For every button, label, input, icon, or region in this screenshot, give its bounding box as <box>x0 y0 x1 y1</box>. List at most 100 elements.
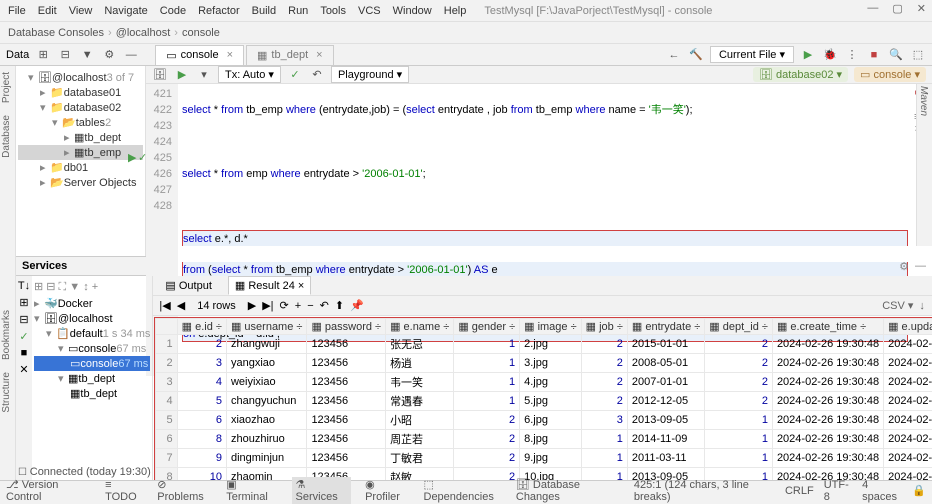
tree-database01[interactable]: ▸📁 database01 <box>18 85 143 100</box>
pin-icon[interactable]: 📌 <box>350 299 364 312</box>
col-create-time[interactable]: ▦ e.create_time ÷ <box>772 319 883 335</box>
tab-console[interactable]: ▭console× <box>155 45 244 65</box>
menu-run[interactable]: Run <box>288 5 308 17</box>
more-icon[interactable]: ⋮ <box>844 47 860 63</box>
table-row[interactable]: 56xiaozhao123456小昭26.jpg32013-09-0512024… <box>156 411 932 430</box>
last-page-icon[interactable]: ▶| <box>262 299 273 312</box>
col-name[interactable]: ▦ e.name ÷ <box>386 319 454 335</box>
todo-status[interactable]: ≡ TODO <box>105 479 143 503</box>
run-query-icon[interactable]: ▶ <box>174 67 190 83</box>
search-icon[interactable]: 🔍 <box>888 47 904 63</box>
vc-status[interactable]: ⎇ Version Control <box>6 478 91 503</box>
svc-console-1[interactable]: ▾▭ console 67 ms <box>34 341 150 356</box>
table-row[interactable]: 23yangxiao123456杨逍13.jpg22008-05-0122024… <box>156 354 932 373</box>
profiler-status[interactable]: ◉ Profiler <box>365 478 409 503</box>
menu-tools[interactable]: Tools <box>320 5 346 17</box>
minimize-icon[interactable]: — <box>867 2 878 15</box>
remove-row-icon[interactable]: − <box>307 300 313 312</box>
col-entrydate[interactable]: ▦ entrydate ÷ <box>627 319 704 335</box>
next-page-icon[interactable]: ▶ <box>248 299 256 312</box>
col-image[interactable]: ▦ image ÷ <box>520 319 582 335</box>
database-tab[interactable]: Database <box>0 109 13 164</box>
hide-icon[interactable]: — <box>915 260 926 273</box>
tx-mode-selector[interactable]: Tx: Auto ▾ <box>218 66 281 83</box>
table-row[interactable]: 79dingminjun123456丁敏君29.jpg12011-03-1112… <box>156 449 932 468</box>
playground-selector[interactable]: Playground ▾ <box>331 66 409 83</box>
table-row[interactable]: 34weiyixiao123456韦一笑14.jpg22007-01-01220… <box>156 373 932 392</box>
refresh-icon[interactable]: ⟳ <box>280 299 289 312</box>
settings-icon[interactable]: ⬚ <box>910 47 926 63</box>
console-badge[interactable]: ▭ console ▾ <box>854 67 926 82</box>
close-icon[interactable]: ✕ <box>917 2 926 15</box>
crumb-1[interactable]: Database Consoles <box>8 27 104 39</box>
tree-database02[interactable]: ▾📁 database02 <box>18 100 143 115</box>
menu-vcs[interactable]: VCS <box>358 5 381 17</box>
menu-code[interactable]: Code <box>160 5 186 17</box>
structure-tab[interactable]: Structure <box>0 366 13 419</box>
prev-page-icon[interactable]: ◀ <box>177 299 185 312</box>
col-id[interactable]: ▦ e.id ÷ <box>177 319 226 335</box>
result-grid[interactable]: ▦ e.id ÷ ▦ username ÷ ▦ password ÷ ▦ e.n… <box>154 317 932 495</box>
lock-icon[interactable]: 🔒 <box>912 484 926 497</box>
result-tab[interactable]: ▦ Result 24 × <box>228 276 311 295</box>
tree-db01[interactable]: ▸📁 db01 <box>18 160 143 175</box>
revert-icon[interactable]: ↶ <box>320 299 329 312</box>
db-icon[interactable]: 🗄 <box>152 67 168 83</box>
svc-default[interactable]: ▾📋 default 1 s 34 ms <box>34 326 150 341</box>
tree-localhost[interactable]: ▾🗄 @localhost 3 of 7 <box>18 70 143 85</box>
db-badge[interactable]: 🗄 database02 ▾ <box>753 67 848 82</box>
project-tab[interactable]: Project <box>0 66 13 109</box>
tree-server-objects[interactable]: ▸📂 Server Objects <box>18 175 143 190</box>
tree-tb-dept[interactable]: ▸▦ tb_dept <box>18 130 143 145</box>
close-tab-icon[interactable]: × <box>316 49 322 61</box>
table-row[interactable]: 68zhouzhiruo123456周芷若28.jpg12014-11-0912… <box>156 430 932 449</box>
menu-navigate[interactable]: Navigate <box>104 5 147 17</box>
stop-icon[interactable]: ■ <box>866 47 882 63</box>
export-icon[interactable]: ↓ <box>919 300 925 312</box>
indent[interactable]: 4 spaces <box>862 479 902 503</box>
filter-icon[interactable]: T↓ <box>18 280 30 292</box>
dbchanges-status[interactable]: 🗄 Database Changes <box>516 478 620 503</box>
gear-icon[interactable]: ⚙ <box>899 260 909 273</box>
tree-tb-emp[interactable]: ▸▦ tb_emp <box>18 145 143 160</box>
svc-tb-dept-2[interactable]: ▦ tb_dept <box>34 386 150 401</box>
run-gutter-icon[interactable]: ▶✓425 <box>146 150 172 166</box>
crumb-3[interactable]: console <box>182 27 220 39</box>
terminal-status[interactable]: ▣ Terminal <box>226 478 277 503</box>
close-tab-icon[interactable]: × <box>227 49 233 61</box>
menu-file[interactable]: File <box>8 5 26 17</box>
output-tab[interactable]: ▤ Output <box>159 277 217 294</box>
bookmarks-tab[interactable]: Bookmarks <box>0 304 13 366</box>
svc-console-2[interactable]: ▭ console 67 ms <box>34 356 150 371</box>
rollback-icon[interactable]: ↶ <box>309 67 325 83</box>
back-icon[interactable]: ← <box>666 47 682 63</box>
col-username[interactable]: ▦ username ÷ <box>226 319 306 335</box>
commit-icon[interactable]: ✓ <box>287 67 303 83</box>
stop-icon[interactable]: ■ <box>21 347 28 359</box>
tree-tables[interactable]: ▾📂 tables 2 <box>18 115 143 130</box>
collapse-icon[interactable]: ⊟ <box>57 47 73 63</box>
col-password[interactable]: ▦ password ÷ <box>307 319 386 335</box>
menu-window[interactable]: Window <box>393 5 432 17</box>
line-sep[interactable]: CRLF <box>785 485 814 497</box>
expand-icon[interactable]: ⊞ <box>19 296 28 309</box>
col-dept-id[interactable]: ▦ dept_id ÷ <box>705 319 773 335</box>
menu-help[interactable]: Help <box>444 5 467 17</box>
collapse-icon[interactable]: ⊟ <box>19 313 28 326</box>
svc-docker[interactable]: ▸🐳 Docker <box>34 296 150 311</box>
col-update-time[interactable]: ▦ e.update_time <box>884 319 932 335</box>
run-config-selector[interactable]: Current File ▾ <box>710 46 794 63</box>
maven-tab[interactable]: Maven <box>917 82 930 120</box>
menu-view[interactable]: View <box>69 5 93 17</box>
config-icon[interactable]: ▾ <box>196 67 212 83</box>
menu-refactor[interactable]: Refactor <box>198 5 240 17</box>
menu-build[interactable]: Build <box>252 5 276 17</box>
first-page-icon[interactable]: |◀ <box>159 299 170 312</box>
svc-tb-dept-1[interactable]: ▾▦ tb_dept <box>34 371 150 386</box>
col-job[interactable]: ▦ job ÷ <box>581 319 627 335</box>
csv-export[interactable]: CSV ▾ <box>882 299 913 312</box>
add-row-icon[interactable]: + <box>295 300 301 312</box>
gear-icon[interactable]: ⚙ <box>101 47 117 63</box>
minus-icon[interactable]: — <box>123 47 139 63</box>
tab-tb-dept[interactable]: ▦tb_dept× <box>246 45 334 65</box>
